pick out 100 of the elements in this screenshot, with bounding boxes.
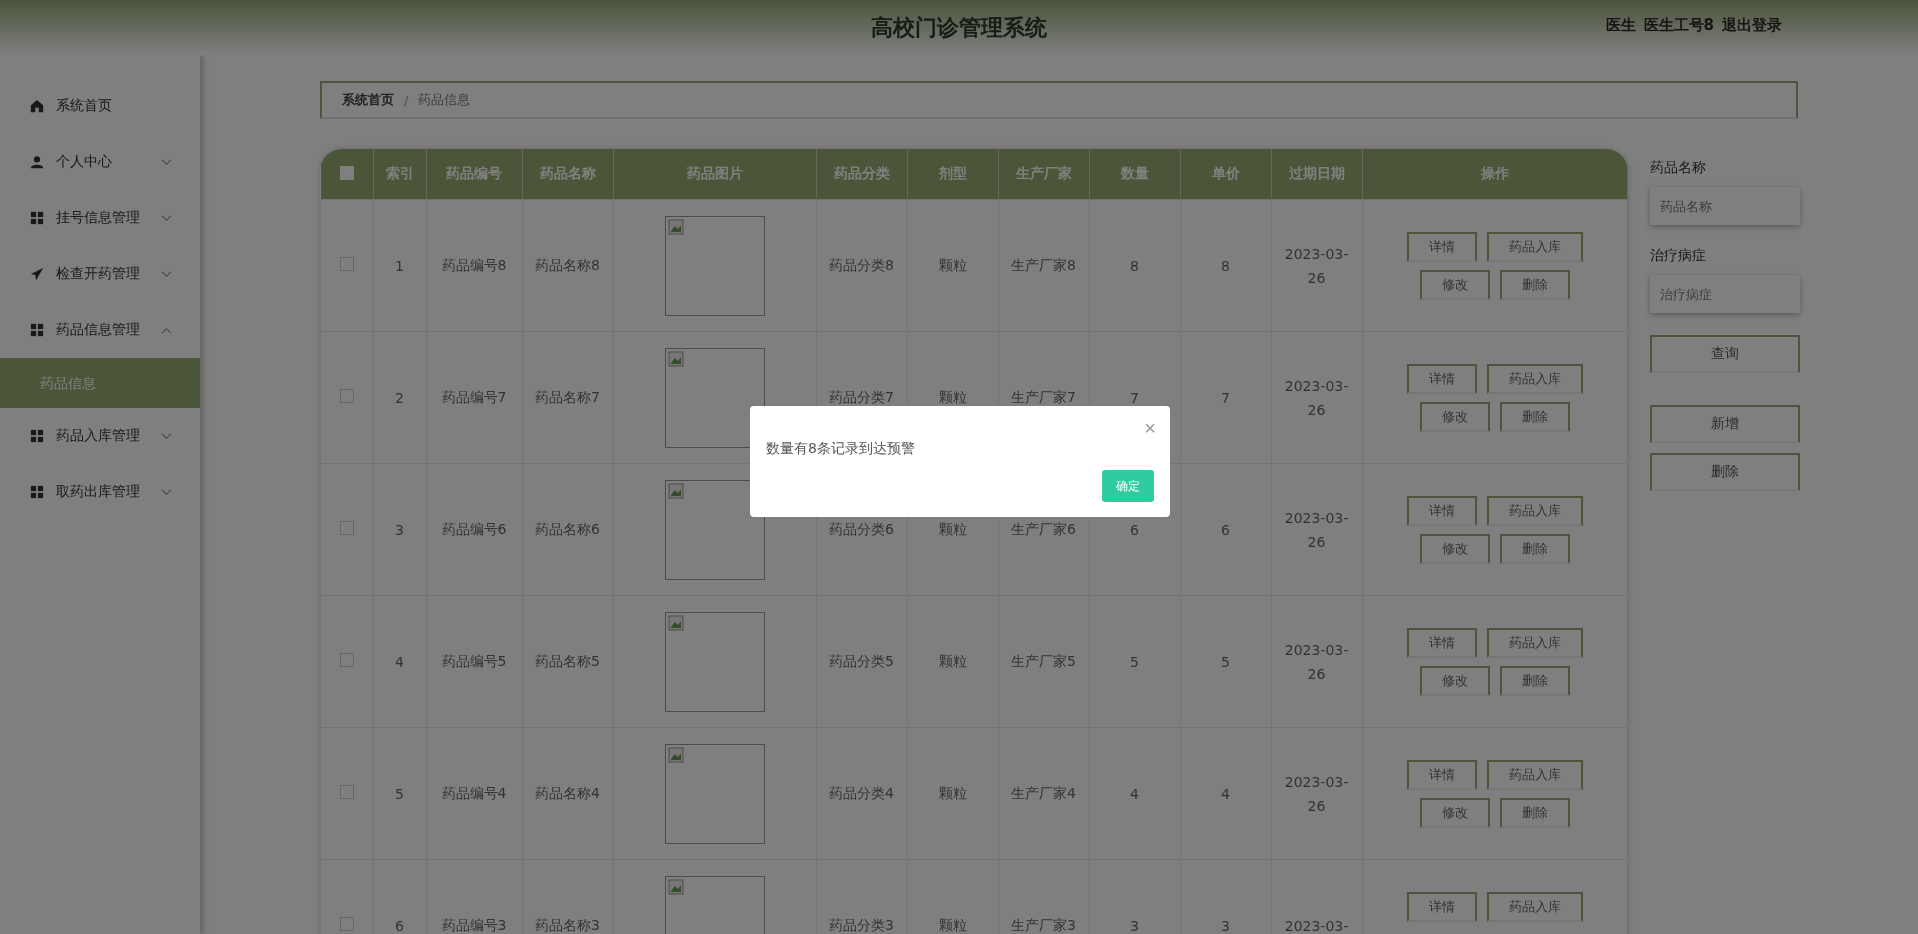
column-header: 药品名称 bbox=[522, 149, 613, 200]
action-button[interactable]: 修改 bbox=[1419, 797, 1490, 828]
table-cell: 生产厂家4 bbox=[998, 727, 1089, 860]
field-label: 药品名称 bbox=[1650, 159, 1707, 177]
sidebar-item[interactable]: 药品入库管理 bbox=[0, 408, 200, 464]
table-cell: 药品名称8 bbox=[522, 199, 613, 332]
action-button[interactable]: 删除 bbox=[1499, 269, 1570, 300]
action-button[interactable]: 详情 bbox=[1406, 495, 1477, 526]
table-cell: 5 bbox=[1089, 595, 1180, 728]
search-field[interactable]: 治疗病症 bbox=[1650, 275, 1800, 313]
row-checkbox[interactable] bbox=[339, 257, 354, 271]
action-button[interactable]: 详情 bbox=[1406, 627, 1477, 658]
table-cell: 2 bbox=[373, 331, 426, 464]
breadcrumb-link[interactable]: 系统首页 bbox=[342, 91, 394, 109]
grid-icon bbox=[30, 323, 44, 337]
query-button[interactable]: 查询 bbox=[1650, 335, 1800, 373]
table-cell: 3 bbox=[373, 463, 426, 596]
column-header: 单价 bbox=[1180, 149, 1271, 200]
sidebar-subitem[interactable]: 药品信息 bbox=[0, 358, 200, 408]
row-checkbox[interactable] bbox=[339, 917, 354, 931]
breadcrumb-separator: / bbox=[404, 92, 409, 108]
action-button[interactable]: 修改 bbox=[1419, 665, 1490, 696]
add-button[interactable]: 新增 bbox=[1650, 405, 1800, 443]
table-cell: 颗粒 bbox=[907, 595, 998, 728]
row-checkbox[interactable] bbox=[339, 653, 354, 667]
table-cell: 药品名称5 bbox=[522, 595, 613, 728]
paper-plane-icon bbox=[30, 267, 44, 281]
row-checkbox[interactable] bbox=[339, 521, 354, 535]
table-cell: 2023-03-26 bbox=[1271, 727, 1362, 860]
table-cell: 2023-03-26 bbox=[1271, 595, 1362, 728]
grid-icon bbox=[30, 211, 44, 225]
user-name: 医生工号8 bbox=[1643, 16, 1714, 35]
action-button[interactable]: 药品入库 bbox=[1486, 891, 1583, 922]
action-button[interactable]: 药品入库 bbox=[1486, 759, 1583, 790]
action-button[interactable]: 详情 bbox=[1406, 363, 1477, 394]
chevron-down-icon bbox=[161, 270, 172, 278]
action-button[interactable]: 修改 bbox=[1419, 269, 1490, 300]
table-cell: 药品编号7 bbox=[426, 331, 522, 464]
table-cell: 药品分类4 bbox=[816, 727, 907, 860]
table-cell: 药品分类5 bbox=[816, 595, 907, 728]
sidebar-item[interactable]: 取药出库管理 bbox=[0, 464, 200, 520]
select-all-checkbox[interactable] bbox=[339, 165, 354, 180]
table-cell: 1 bbox=[373, 199, 426, 332]
table-cell: 药品编号5 bbox=[426, 595, 522, 728]
column-header: 操作 bbox=[1362, 149, 1628, 200]
sidebar-item[interactable]: 检查开药管理 bbox=[0, 246, 200, 302]
action-button[interactable]: 药品入库 bbox=[1486, 495, 1583, 526]
search-field[interactable]: 药品名称 bbox=[1650, 187, 1800, 225]
column-header: 数量 bbox=[1089, 149, 1180, 200]
table-cell: 4 bbox=[373, 595, 426, 728]
column-header: 生产厂家 bbox=[998, 149, 1089, 200]
app-title: 高校门诊管理系统 bbox=[871, 13, 1047, 42]
action-button[interactable]: 详情 bbox=[1406, 891, 1477, 922]
table-cell: 5 bbox=[373, 727, 426, 860]
sidebar-item[interactable]: 挂号信息管理 bbox=[0, 190, 200, 246]
breadcrumb-current: 药品信息 bbox=[418, 91, 471, 109]
grid-icon bbox=[30, 429, 44, 443]
action-button[interactable]: 删除 bbox=[1499, 401, 1570, 432]
table-cell: 药品名称6 bbox=[522, 463, 613, 596]
table-cell: 2023-03-26 bbox=[1271, 199, 1362, 332]
sidebar-item[interactable]: 药品信息管理 bbox=[0, 302, 200, 358]
chevron-up-icon bbox=[161, 326, 172, 334]
action-button[interactable]: 修改 bbox=[1419, 533, 1490, 564]
sidebar-item[interactable]: 系统首页 bbox=[0, 78, 200, 134]
action-button[interactable]: 药品入库 bbox=[1486, 231, 1583, 262]
action-button[interactable]: 药品入库 bbox=[1486, 363, 1583, 394]
action-button[interactable]: 删除 bbox=[1499, 533, 1570, 564]
broken-image-icon bbox=[667, 746, 684, 763]
confirm-button[interactable]: 确定 bbox=[1102, 470, 1154, 502]
table-cell: 4 bbox=[1180, 727, 1271, 860]
action-button[interactable]: 删除 bbox=[1499, 797, 1570, 828]
column-header: 索引 bbox=[373, 149, 426, 200]
broken-image-icon bbox=[667, 614, 684, 631]
sidebar-item[interactable]: 个人中心 bbox=[0, 134, 200, 190]
action-button[interactable]: 删除 bbox=[1499, 665, 1570, 696]
table-cell: 2023-03-26 bbox=[1271, 463, 1362, 596]
table-cell: 6 bbox=[1180, 463, 1271, 596]
table-cell: 药品编号4 bbox=[426, 727, 522, 860]
action-button[interactable]: 修改 bbox=[1419, 401, 1490, 432]
broken-image-icon bbox=[667, 482, 684, 499]
table-cell: 药品分类8 bbox=[816, 199, 907, 332]
table-cell: 颗粒 bbox=[907, 727, 998, 860]
delete-button[interactable]: 删除 bbox=[1650, 453, 1800, 491]
row-checkbox[interactable] bbox=[339, 389, 354, 403]
table-cell: 药品名称7 bbox=[522, 331, 613, 464]
column-header: 剂型 bbox=[907, 149, 998, 200]
logout-link[interactable]: 退出登录 bbox=[1722, 16, 1782, 35]
chevron-down-icon bbox=[161, 488, 172, 496]
close-button[interactable]: × bbox=[1144, 418, 1156, 438]
table-cell: 药品编号6 bbox=[426, 463, 522, 596]
broken-image-icon bbox=[667, 350, 684, 367]
table-cell: 5 bbox=[1180, 595, 1271, 728]
row-checkbox[interactable] bbox=[339, 785, 354, 799]
action-button[interactable]: 详情 bbox=[1406, 231, 1477, 262]
action-button[interactable]: 详情 bbox=[1406, 759, 1477, 790]
home-icon bbox=[30, 99, 44, 113]
column-header: 药品分类 bbox=[816, 149, 907, 200]
table-cell: 生产厂家8 bbox=[998, 199, 1089, 332]
action-button[interactable]: 药品入库 bbox=[1486, 627, 1583, 658]
table-cell: 8 bbox=[1180, 199, 1271, 332]
